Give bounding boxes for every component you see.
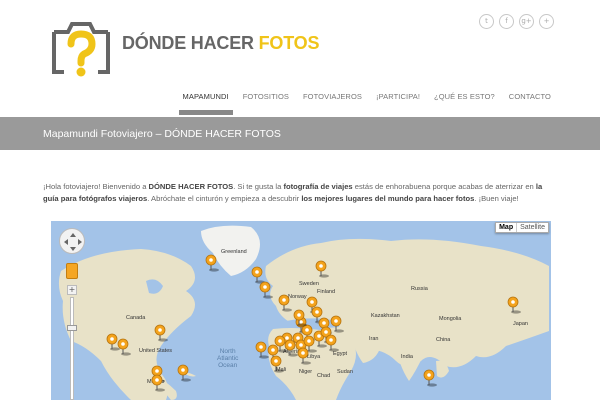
map-marker-pin-icon[interactable] <box>325 334 339 352</box>
camera-question-icon <box>52 22 110 77</box>
map-marker-pin-icon[interactable] <box>255 341 269 359</box>
google-plus-icon[interactable]: g+ <box>519 14 534 29</box>
map-marker-pin-icon[interactable] <box>177 364 191 382</box>
more-icon[interactable]: + <box>539 14 554 29</box>
map-marker-pin-icon[interactable] <box>293 309 307 327</box>
map-marker-pin-icon[interactable] <box>315 260 329 278</box>
site-logo[interactable]: DÓNDE HACER FOTOS <box>50 20 319 80</box>
map-marker-pin-icon[interactable] <box>205 254 219 272</box>
map-marker-pin-icon[interactable] <box>154 324 168 342</box>
page-title-band: Mapamundi Fotoviajero – DÓNDE HACER FOTO… <box>0 117 600 150</box>
social-links: t f g+ + <box>479 14 554 29</box>
page-title: Mapamundi Fotoviajero – DÓNDE HACER FOTO… <box>43 128 281 140</box>
nav-item-participa[interactable]: ¡PARTICIPA! <box>376 92 420 101</box>
world-map[interactable]: Greenland Canada United States Sweden No… <box>51 221 551 400</box>
map-marker-pin-icon[interactable] <box>151 374 165 392</box>
nav-item-contacto[interactable]: CONTACTO <box>509 92 551 101</box>
map-marker-pin-icon[interactable] <box>259 281 273 299</box>
map-marker-pin-icon[interactable] <box>117 338 131 356</box>
nav-item-mapamundi[interactable]: MAPAMUNDI <box>183 92 229 101</box>
map-marker-pin-icon[interactable] <box>278 294 292 312</box>
main-nav: MAPAMUNDI FOTOSITIOS FOTOVIAJEROS ¡PARTI… <box>183 92 551 101</box>
nav-item-que-es-esto[interactable]: ¿QUÉ ES ESTO? <box>434 92 495 101</box>
nav-item-fotoviajeros[interactable]: FOTOVIAJEROS <box>303 92 362 101</box>
map-marker-pin-icon[interactable] <box>423 369 437 387</box>
nav-active-indicator <box>178 110 233 115</box>
intro-paragraph: ¡Hola fotoviajero! Bienvenido a DÓNDE HA… <box>43 182 543 203</box>
map-marker-pin-icon[interactable] <box>330 315 344 333</box>
facebook-icon[interactable]: f <box>499 14 514 29</box>
twitter-icon[interactable]: t <box>479 14 494 29</box>
nav-item-fotositios[interactable]: FOTOSITIOS <box>243 92 289 101</box>
map-marker-layer <box>106 254 521 392</box>
logo-wordmark: DÓNDE HACER FOTOS <box>122 33 320 53</box>
map-marker-pin-icon[interactable] <box>251 266 265 284</box>
map-marker-pin-icon[interactable] <box>270 355 284 373</box>
map-marker-pin-icon[interactable] <box>507 296 521 314</box>
